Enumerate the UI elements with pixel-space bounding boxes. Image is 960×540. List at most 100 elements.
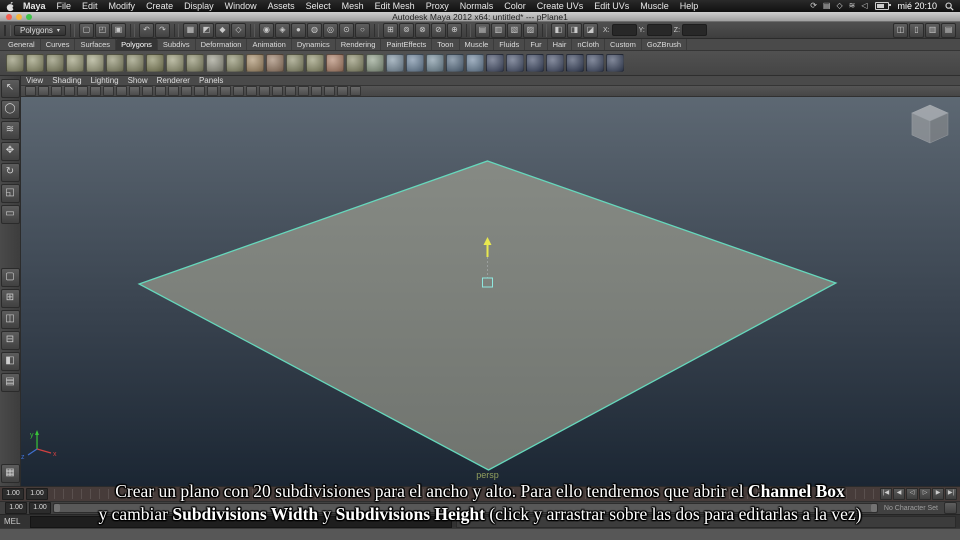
construction-history-icon[interactable]: ▧: [506, 22, 522, 38]
shelf-icon-27[interactable]: [526, 54, 544, 72]
shelf-tab-gozbrush[interactable]: GoZBrush: [642, 39, 688, 50]
shelf-icon-10[interactable]: [186, 54, 204, 72]
shelf-icon-31[interactable]: [606, 54, 624, 72]
shelf-tab-curves[interactable]: Curves: [41, 39, 76, 50]
layout-hypershade[interactable]: ▤: [0, 373, 20, 392]
shelf-tab-painteffects[interactable]: PaintEffects: [381, 39, 433, 50]
open-scene-icon[interactable]: ◰: [94, 22, 110, 38]
shelf-icon-14[interactable]: [266, 54, 284, 72]
paint-select-tool[interactable]: ≋: [0, 121, 20, 140]
attribute-editor-toggle-icon[interactable]: ◫: [893, 22, 908, 38]
shelf-icon-26[interactable]: [506, 54, 524, 72]
panel-toolbar-icon-19[interactable]: [259, 86, 270, 96]
panel-toolbar-icon-11[interactable]: [155, 86, 166, 96]
shelf-icon-8[interactable]: [146, 54, 164, 72]
layout-four-pane[interactable]: ⊞: [0, 289, 20, 308]
mask-dynamics-icon[interactable]: ◎: [322, 22, 338, 38]
lasso-select-tool[interactable]: ◯: [0, 100, 20, 119]
select-tool[interactable]: ↖: [0, 79, 20, 98]
select-component-icon[interactable]: ◆: [214, 22, 230, 38]
panel-toolbar-icon-9[interactable]: [129, 86, 140, 96]
snap-surface-icon[interactable]: ⊕: [446, 22, 462, 38]
layout-two-stacked[interactable]: ⊟: [0, 331, 20, 350]
zoom-window-icon[interactable]: [26, 14, 32, 20]
shelf-icon-29[interactable]: [566, 54, 584, 72]
snap-plane-icon[interactable]: ⊘: [430, 22, 446, 38]
shelf-tab-polygons[interactable]: Polygons: [116, 39, 158, 50]
snap-point-icon[interactable]: ⊗: [414, 22, 430, 38]
panel-toolbar-icon-20[interactable]: [272, 86, 283, 96]
shelf-icon-2[interactable]: [26, 54, 44, 72]
panel-toolbar-icon-15[interactable]: [207, 86, 218, 96]
shelf-icon-12[interactable]: [226, 54, 244, 72]
save-scene-icon[interactable]: ▣: [110, 22, 126, 38]
shelf-icon-7[interactable]: [126, 54, 144, 72]
menu-mesh[interactable]: Mesh: [342, 1, 364, 11]
window-titlebar[interactable]: Autodesk Maya 2012 x64: untitled* --- pP…: [0, 12, 960, 22]
shelf-icon-5[interactable]: [86, 54, 104, 72]
snap-curve-icon[interactable]: ⊚: [398, 22, 414, 38]
panel-toolbar-icon-24[interactable]: [324, 86, 335, 96]
shelf-tab-fluids[interactable]: Fluids: [494, 39, 526, 50]
menu-muscle[interactable]: Muscle: [640, 1, 669, 11]
shelf-icon-9[interactable]: [166, 54, 184, 72]
new-scene-icon[interactable]: ▢: [78, 22, 94, 38]
shelf-icon-4[interactable]: [66, 54, 84, 72]
menu-proxy[interactable]: Proxy: [426, 1, 449, 11]
panel-toolbar-icon-10[interactable]: [142, 86, 153, 96]
panel-menu-lighting[interactable]: Lighting: [91, 76, 119, 85]
panel-toolbar-icon-6[interactable]: [90, 86, 101, 96]
shelf-icon-17[interactable]: [326, 54, 344, 72]
mask-misc-icon[interactable]: ○: [354, 22, 370, 38]
mask-points-icon[interactable]: ◉: [258, 22, 274, 38]
menu-select[interactable]: Select: [306, 1, 331, 11]
shelf-icon-20[interactable]: [386, 54, 404, 72]
panel-toolbar-icon-22[interactable]: [298, 86, 309, 96]
panel-toolbar-icon-13[interactable]: [181, 86, 192, 96]
menu-create-uvs[interactable]: Create UVs: [537, 1, 584, 11]
shelf-icon-6[interactable]: [106, 54, 124, 72]
minimize-window-icon[interactable]: [16, 14, 22, 20]
menu-edit[interactable]: Edit: [82, 1, 98, 11]
panel-menu-show[interactable]: Show: [128, 76, 148, 85]
shelf-icon-16[interactable]: [306, 54, 324, 72]
shelf-tab-ncloth[interactable]: nCloth: [572, 39, 606, 50]
undo-icon[interactable]: ↶: [138, 22, 154, 38]
panel-toolbar-icon-18[interactable]: [246, 86, 257, 96]
shelf-icon-30[interactable]: [586, 54, 604, 72]
menu-edit-uvs[interactable]: Edit UVs: [594, 1, 629, 11]
panel-toolbar-icon-4[interactable]: [64, 86, 75, 96]
input-connections-icon[interactable]: ▤: [474, 22, 490, 38]
last-tool-slot[interactable]: ▭: [0, 205, 20, 224]
select-object-icon[interactable]: ◩: [198, 22, 214, 38]
layout-single-pane[interactable]: ▢: [0, 268, 20, 287]
shelf-tab-toon[interactable]: Toon: [432, 39, 460, 50]
tool-settings-toggle-icon[interactable]: ▯: [909, 22, 924, 38]
menu-create[interactable]: Create: [146, 1, 173, 11]
panel-toolbar-icon-23[interactable]: [311, 86, 322, 96]
shelf-icon-25[interactable]: [486, 54, 504, 72]
shelf-tab-fur[interactable]: Fur: [525, 39, 548, 50]
mask-deformers-icon[interactable]: ◍: [306, 22, 322, 38]
panel-toolbar-icon-14[interactable]: [194, 86, 205, 96]
shelf-icon-1[interactable]: [6, 54, 24, 72]
panel-toolbar-icon-8[interactable]: [116, 86, 127, 96]
menu-modify[interactable]: Modify: [109, 1, 136, 11]
menu-assets[interactable]: Assets: [268, 1, 295, 11]
menu-color[interactable]: Color: [504, 1, 526, 11]
shelf-tab-animation[interactable]: Animation: [247, 39, 292, 50]
panel-toolbar-icon-25[interactable]: [337, 86, 348, 96]
panel-menu-panels[interactable]: Panels: [199, 76, 223, 85]
shelf-tab-general[interactable]: General: [3, 39, 41, 50]
select-mask-icon[interactable]: ◇: [230, 22, 246, 38]
shelf-icon-11[interactable]: [206, 54, 224, 72]
menu-display[interactable]: Display: [184, 1, 214, 11]
shelf-icon-22[interactable]: [426, 54, 444, 72]
list-inputs-icon[interactable]: ▨: [522, 22, 538, 38]
pplane-mesh[interactable]: [137, 160, 838, 471]
sidebar-toggle-icon[interactable]: ▤: [941, 22, 956, 38]
panel-toolbar-icon-5[interactable]: [77, 86, 88, 96]
menu-maya[interactable]: Maya: [23, 1, 46, 11]
redo-icon[interactable]: ↷: [154, 22, 170, 38]
rotate-tool[interactable]: ↻: [0, 163, 20, 182]
